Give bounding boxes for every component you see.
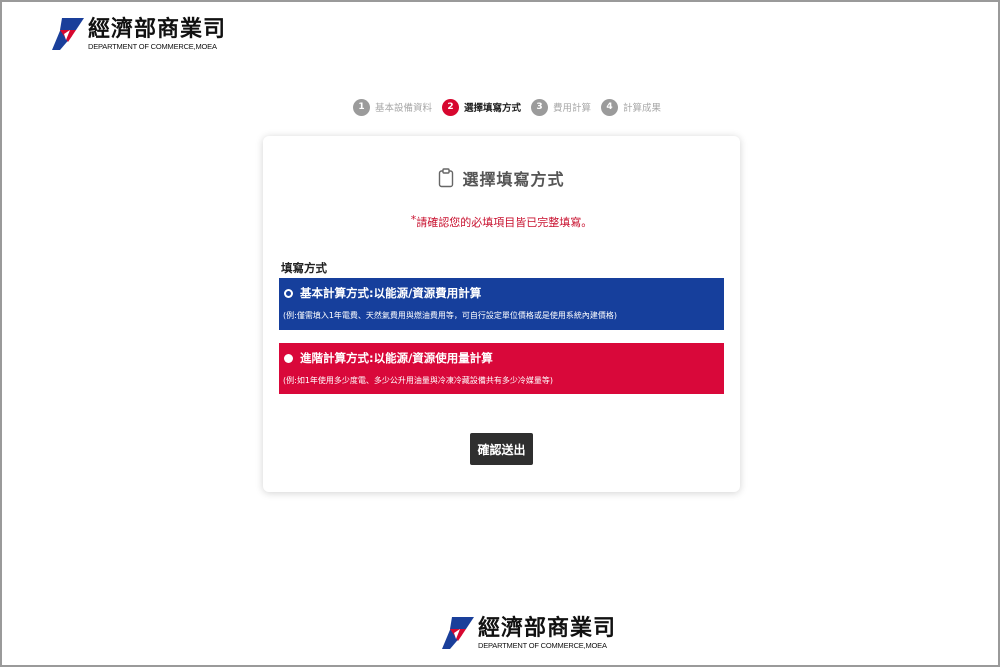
required-warning-text: 請確認您的必填項目皆已完整填寫。: [416, 216, 593, 229]
step-4-label: 計算成果: [623, 103, 662, 114]
option-basic-title: 基本計算方式:以能源/資源費用計算: [300, 286, 482, 300]
moea-logo-icon: [442, 617, 474, 649]
step-2-number: 2: [442, 98, 460, 116]
step-3-number: 3: [531, 98, 549, 116]
step-2-label: 選擇填寫方式: [464, 103, 522, 114]
option-advanced-title: 進階計算方式:以能源/資源使用量計算: [300, 351, 493, 365]
footer-logo[interactable]: 經濟部商業司 DEPARTMENT OF COMMERCE,MOEA: [440, 615, 616, 651]
step-3-label: 費用計算: [553, 103, 592, 114]
header-logo[interactable]: 經濟部商業司 DEPARTMENT OF COMMERCE,MOEA: [50, 16, 226, 52]
step-1-number: 1: [353, 98, 370, 116]
form-card: 選擇填寫方式 *請確認您的必填項目皆已完整填寫。 填寫方式 基本計算方式:以能源…: [263, 136, 740, 492]
step-3: 3 費用計算: [531, 98, 592, 116]
step-1-label: 基本設備資料: [375, 103, 433, 114]
card-title-text: 選擇填寫方式: [462, 170, 565, 189]
option-basic-calculation[interactable]: 基本計算方式:以能源/資源費用計算 (例:僅需填入1年電費、天然氣費用與燃油費用…: [279, 278, 724, 330]
step-2: 2 選擇填寫方式: [442, 98, 522, 116]
clipboard-icon: [439, 168, 454, 188]
logo-english-text: DEPARTMENT OF COMMERCE,MOEA: [88, 41, 217, 51]
option-basic-description: (例:僅需填入1年電費、天然氣費用與燃油費用等，可自行設定單位價格或是使用系統內…: [283, 311, 618, 320]
footer-logo-chinese-text: 經濟部商業司: [478, 614, 617, 641]
radio-advanced[interactable]: [284, 353, 293, 363]
confirm-submit-button[interactable]: 確認送出: [470, 433, 533, 465]
step-4-number: 4: [601, 98, 619, 116]
radio-basic[interactable]: [284, 288, 293, 298]
option-advanced-description: (例:如1年使用多少度電、多少公升用油量與冷凍冷藏設備共有多少冷媒量等): [283, 376, 554, 385]
step-4: 4 計算成果: [601, 98, 662, 116]
card-title: 選擇填寫方式: [263, 166, 740, 190]
option-advanced-calculation[interactable]: 進階計算方式:以能源/資源使用量計算 (例:如1年使用多少度電、多少公升用油量與…: [279, 343, 724, 394]
required-warning: *請確認您的必填項目皆已完整填寫。: [263, 213, 740, 230]
progress-stepper: 1 基本設備資料 2 選擇填寫方式 3 費用計算 4 計算成果: [353, 96, 671, 118]
logo-chinese-text: 經濟部商業司: [88, 15, 227, 42]
step-1: 1 基本設備資料: [353, 98, 433, 116]
footer-logo-english-text: DEPARTMENT OF COMMERCE,MOEA: [478, 640, 607, 650]
fill-method-label: 填寫方式: [281, 261, 327, 275]
moea-logo-icon: [52, 18, 84, 50]
